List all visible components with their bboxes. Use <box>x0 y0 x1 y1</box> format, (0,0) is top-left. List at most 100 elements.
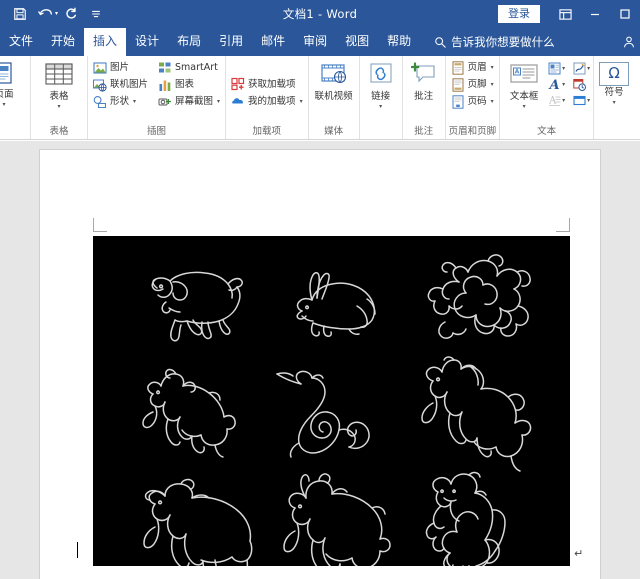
page-number-dropdown-icon[interactable]: ▾ <box>491 98 494 105</box>
header-dropdown-icon[interactable]: ▾ <box>491 64 494 71</box>
customize-qat-icon[interactable] <box>84 3 108 25</box>
margin-marker-top-right <box>556 218 570 232</box>
document-workspace[interactable]: ↵ <box>0 141 640 579</box>
tab-insert[interactable]: 插入 <box>84 28 127 56</box>
signature-line-dropdown-icon[interactable]: ▾ <box>587 65 590 72</box>
ribbon-group-media-label: 媒体 <box>324 125 344 137</box>
cover-page-dropdown-icon[interactable]: ▾ <box>2 101 5 108</box>
date-time-button[interactable] <box>572 77 586 91</box>
online-video-label: 联机视频 <box>314 90 353 102</box>
shapes-button[interactable]: 形状 ▾ <box>91 94 150 110</box>
header-button[interactable]: 页眉 ▾ <box>449 60 496 76</box>
text-box-dropdown-icon[interactable]: ▾ <box>523 103 526 110</box>
redo-icon[interactable] <box>59 3 83 25</box>
screenshot-dropdown-icon[interactable]: ▾ <box>217 98 220 105</box>
tab-help[interactable]: 帮助 <box>378 28 420 56</box>
get-addins-icon <box>231 77 245 91</box>
ribbon-group-text: 文本框 ▾ ▾ ▾ A ▾ A ▾ ▾ 文本 <box>500 56 595 139</box>
page-number-button[interactable]: 页码 ▾ <box>449 94 496 110</box>
ribbon-group-addins-label: 加载项 <box>252 125 282 137</box>
svg-text:A: A <box>548 78 560 91</box>
ribbon-group-comments: 批注 批注 <box>403 56 446 139</box>
shapes-dropdown-icon[interactable]: ▾ <box>133 98 136 105</box>
drop-cap-icon: A <box>547 93 561 107</box>
account-person-icon[interactable] <box>622 34 636 53</box>
link-dropdown-icon[interactable]: ▾ <box>379 103 382 110</box>
quick-parts-dropdown-icon[interactable]: ▾ <box>562 65 565 72</box>
new-comment-button[interactable]: 批注 <box>406 60 442 103</box>
text-box-button[interactable]: 文本框 ▾ <box>503 60 545 110</box>
drop-cap-dropdown-icon[interactable]: ▾ <box>562 97 565 104</box>
chart-button[interactable]: 图表 <box>156 77 222 93</box>
sign-in-button[interactable]: 登录 <box>498 4 540 24</box>
undo-dropdown-icon[interactable]: ▾ <box>55 11 58 17</box>
pictures-button[interactable]: 图片 <box>91 60 150 76</box>
signature-line-button[interactable]: ▾ <box>572 61 590 75</box>
quick-parts-button[interactable]: ▾ <box>547 61 565 75</box>
smartart-icon <box>158 61 172 75</box>
save-icon[interactable] <box>8 3 32 25</box>
artwork-background <box>93 236 570 566</box>
online-video-button[interactable]: 联机视频 <box>312 60 356 103</box>
tab-review[interactable]: 审阅 <box>294 28 336 56</box>
document-page[interactable]: ↵ <box>40 150 600 579</box>
tab-view[interactable]: 视图 <box>336 28 378 56</box>
title-bar: ▾ 文档1 - Word 登录 <box>0 0 640 28</box>
screenshot-icon <box>158 95 172 109</box>
object-button[interactable]: ▾ <box>572 93 590 107</box>
zodiac-artwork-image[interactable] <box>93 236 570 566</box>
tab-mailings[interactable]: 邮件 <box>252 28 294 56</box>
new-comment-icon <box>410 62 437 90</box>
my-addins-dropdown-icon[interactable]: ▾ <box>300 98 303 105</box>
new-comment-label: 批注 <box>414 90 434 102</box>
tab-file[interactable]: 文件 <box>0 28 42 56</box>
link-button[interactable]: 链接 ▾ <box>363 60 399 110</box>
shapes-icon <box>93 95 107 109</box>
symbol-dropdown-icon[interactable]: ▾ <box>613 99 616 106</box>
tab-home[interactable]: 开始 <box>42 28 84 56</box>
cover-page-button[interactable]: 页面 ▾ <box>0 60 27 108</box>
ribbon-group-symbols: Ω 符号 ▾ <box>594 56 634 139</box>
minimize-icon[interactable] <box>580 0 610 28</box>
illustrations-col-1: 图片 联机图片 形状 ▾ <box>91 60 150 110</box>
ribbon-display-options-icon[interactable] <box>550 0 580 28</box>
symbol-button[interactable]: Ω 符号 ▾ <box>597 60 631 106</box>
ribbon-group-addins: 获取加载项 我的加载项 ▾ 加载项 <box>226 56 309 139</box>
table-button[interactable]: 表格 ▾ <box>34 60 84 110</box>
text-icon-grid: ▾ ▾ A ▾ A ▾ ▾ <box>547 60 590 107</box>
header-label: 页眉 <box>467 62 487 74</box>
wordart-button[interactable]: A ▾ <box>547 77 566 91</box>
ribbon-group-text-label: 文本 <box>537 125 557 137</box>
tab-references[interactable]: 引用 <box>210 28 252 56</box>
online-pictures-button[interactable]: 联机图片 <box>91 77 150 93</box>
undo-icon[interactable] <box>33 3 57 25</box>
tell-me-search[interactable]: 告诉我你想要做什么 <box>434 28 555 56</box>
maximize-icon[interactable] <box>610 0 640 28</box>
object-dropdown-icon[interactable]: ▾ <box>587 97 590 104</box>
smartart-button[interactable]: SmartArt <box>156 60 222 76</box>
title-bar-right: 登录 <box>498 0 640 28</box>
screenshot-button[interactable]: 屏幕截图 ▾ <box>156 94 222 110</box>
get-addins-button[interactable]: 获取加载项 <box>229 76 305 92</box>
my-addins-button[interactable]: 我的加载项 ▾ <box>229 93 305 109</box>
ribbon-tab-strip: 文件 开始 插入 设计 布局 引用 邮件 审阅 视图 帮助 告诉我你想要做什么 <box>0 28 640 56</box>
table-dropdown-icon[interactable]: ▾ <box>57 103 60 110</box>
tab-layout[interactable]: 布局 <box>168 28 210 56</box>
wordart-dropdown-icon[interactable]: ▾ <box>562 81 565 88</box>
ribbon-group-illustrations: 图片 联机图片 形状 ▾ SmartArt 图表 屏幕截图 ▾ 插图 <box>88 56 227 139</box>
footer-dropdown-icon[interactable]: ▾ <box>491 81 494 88</box>
tab-design[interactable]: 设计 <box>126 28 168 56</box>
chart-icon <box>158 78 172 92</box>
drop-cap-button[interactable]: A ▾ <box>547 93 566 107</box>
footer-button[interactable]: 页脚 ▾ <box>449 77 496 93</box>
text-box-icon <box>509 62 539 90</box>
footer-icon <box>451 78 465 92</box>
ribbon-group-header-footer: 页眉 ▾ 页脚 ▾ 页码 ▾ 页眉和页脚 <box>446 56 501 139</box>
footer-label: 页脚 <box>467 79 487 91</box>
paragraph-mark: ↵ <box>574 547 584 560</box>
ribbon-group-illustrations-label: 插图 <box>147 125 167 137</box>
online-video-icon <box>320 62 348 90</box>
quick-parts-icon <box>547 61 561 75</box>
illustrations-col-2: SmartArt 图表 屏幕截图 ▾ <box>156 60 222 110</box>
link-label: 链接 <box>371 90 391 102</box>
